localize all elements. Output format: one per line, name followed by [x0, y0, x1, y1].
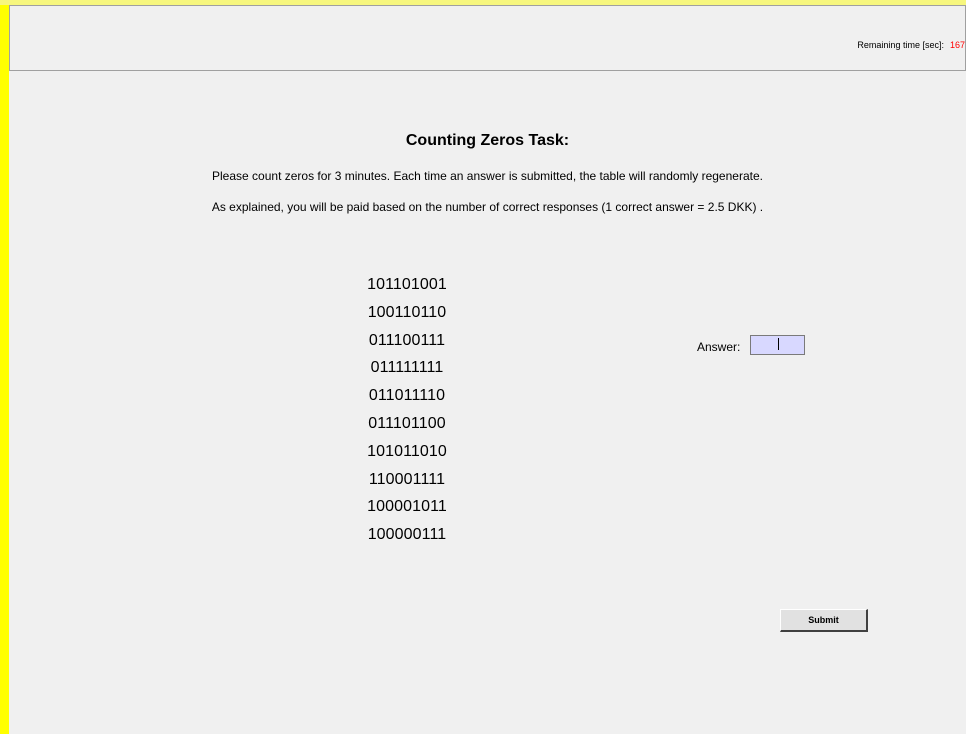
- header-panel: Remaining time [sec]: 167: [9, 5, 966, 71]
- answer-label: Answer:: [697, 340, 741, 354]
- remaining-time-value: 167: [949, 40, 965, 50]
- grid-row-3: 011100111: [368, 331, 446, 349]
- grid-row-5: 011011110: [368, 387, 446, 405]
- grid-row-4: 011111111: [370, 359, 444, 377]
- task-page: Remaining time [sec]: 167 Counting Zeros …: [9, 5, 966, 734]
- remaining-time-label: Remaining time [sec]:: [857, 40, 944, 50]
- grid-row-7: 101011010: [367, 442, 447, 460]
- grid-row-6: 011101100: [368, 414, 446, 432]
- grid-row-2: 100110110: [367, 303, 447, 321]
- grid-row-1: 101101001: [367, 276, 447, 293]
- grid-row-8: 110001111: [368, 470, 446, 488]
- grid-row-9: 100001011: [367, 498, 447, 516]
- grid-row-10: 100000111: [367, 526, 447, 544]
- submit-button[interactable]: Submit: [780, 609, 868, 632]
- instruction-payment: As explained, you will be paid based on …: [211, 200, 764, 214]
- remaining-time: Remaining time [sec]: 167: [857, 40, 965, 50]
- zeros-grid: 101101001 100110110 011100111 011111111 …: [347, 271, 467, 549]
- text-caret: [778, 338, 779, 350]
- task-title: Counting Zeros Task:: [405, 132, 570, 149]
- instruction-duration: Please count zeros for 3 minutes. Each t…: [212, 169, 763, 183]
